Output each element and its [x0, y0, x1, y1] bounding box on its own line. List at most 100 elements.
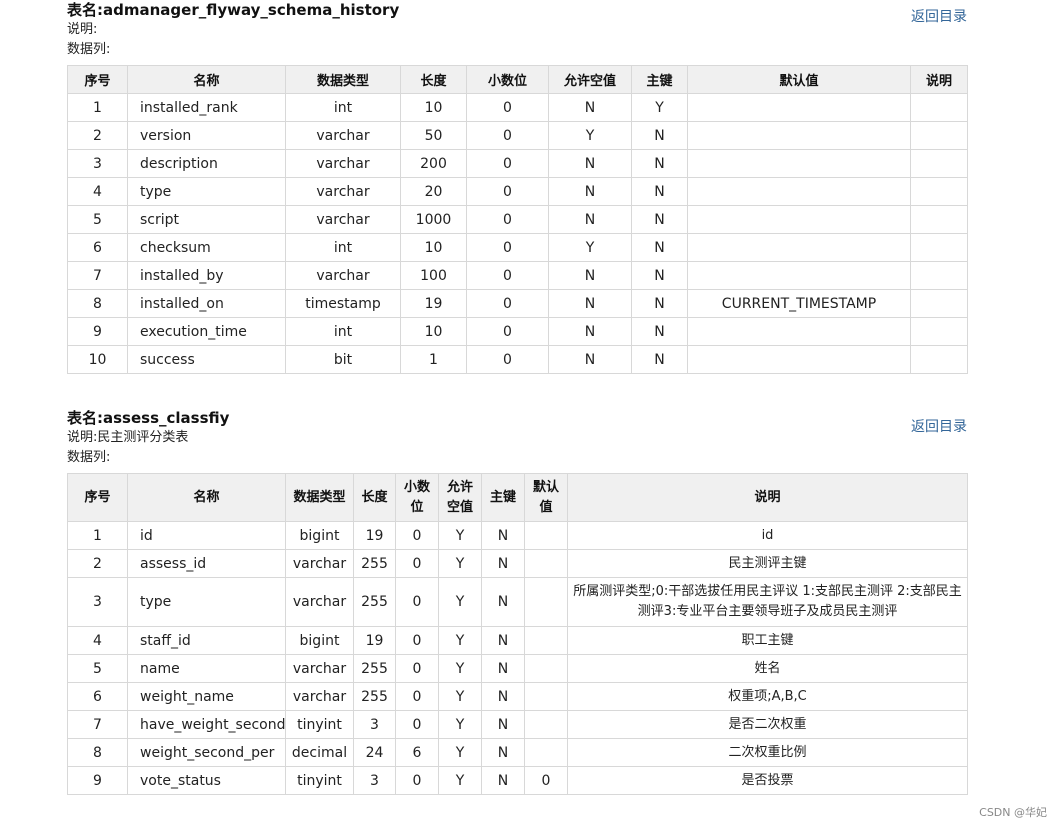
table-cell: N [631, 233, 688, 262]
table-cell: N [631, 317, 688, 346]
table-cell: assess_id [127, 549, 286, 578]
table-cell: Y [438, 710, 482, 739]
table-cell: 0 [524, 766, 568, 795]
table-cell: 民主测评主键 [567, 549, 968, 578]
table-row: 8 installed_on timestamp 19 0 N N CURRENT_TIMES… [67, 289, 968, 318]
table-cell: 所属测评类型;0:干部选拔任用民主评议 1:支部民主测评 2:支部民主测评3:专… [567, 577, 968, 627]
table-cell: 0 [466, 233, 549, 262]
column-header: 长度 [353, 473, 396, 522]
table-cell: CURRENT_TIMESTAMP [687, 289, 911, 318]
table-cell: N [548, 93, 632, 122]
table-cell: 0 [395, 577, 439, 627]
table-cell: 0 [466, 177, 549, 206]
table-cell: N [548, 345, 632, 374]
table-cell [687, 177, 911, 206]
table-cell: 是否投票 [567, 766, 968, 795]
table-cell: N [631, 149, 688, 178]
table-cell: 9 [67, 766, 128, 795]
table-description: 说明: [67, 20, 967, 40]
table-row: 8 weight_second_per decimal 24 6 Y N 二次权重比例 [67, 738, 968, 767]
table-cell: execution_time [127, 317, 286, 346]
table-row: 6 checksum int 10 0 Y N [67, 233, 968, 262]
column-header: 说明 [567, 473, 968, 522]
table-row: 7 have_weight_second tinyint 3 0 Y N 是否二次权重 [67, 710, 968, 739]
table-cell: 1 [67, 521, 128, 550]
table-cell [687, 149, 911, 178]
table-cell: type [127, 577, 286, 627]
table-cell: description [127, 149, 286, 178]
table-cell: weight_name [127, 682, 286, 711]
table-cell: 8 [67, 289, 128, 318]
table-cell [687, 233, 911, 262]
table-row: 3 description varchar 200 0 N N [67, 149, 968, 178]
table-cell: 5 [67, 654, 128, 683]
column-header: 数据类型 [285, 473, 354, 522]
column-header: 序号 [67, 473, 128, 522]
table-cell: 255 [353, 654, 396, 683]
table-cell: bigint [285, 626, 354, 655]
table-section-flyway: 表名:admanager_flyway_schema_history 说明: 数… [67, 0, 968, 374]
table-cell: Y [438, 549, 482, 578]
table-cell [524, 626, 568, 655]
table-title: 表名:admanager_flyway_schema_history [67, 0, 967, 20]
table-cell [910, 233, 968, 262]
table-cell: int [285, 233, 401, 262]
table-cell: Y [438, 654, 482, 683]
back-to-index-link[interactable]: 返回目录 [911, 6, 967, 26]
columns-label: 数据列: [67, 450, 111, 465]
table-title-prefix: 表名: [67, 409, 103, 427]
table-row: 4 staff_id bigint 19 0 Y N 职工主键 [67, 626, 968, 655]
table-cell [524, 710, 568, 739]
table-cell: N [548, 289, 632, 318]
table-cell: version [127, 121, 286, 150]
columns-table: 序号 名称 数据类型 长度 小数位 允许空值 主键 默认值 说明 1 id bigint 19 0 Y Ni… [67, 473, 968, 795]
column-header: 长度 [400, 65, 467, 94]
table-cell: N [631, 289, 688, 318]
description-text: 民主测评分类表 [97, 430, 189, 445]
table-cell: tinyint [285, 710, 354, 739]
table-row: 1 id bigint 19 0 Y Nid [67, 521, 968, 550]
table-cell: Y [438, 626, 482, 655]
table-cell: 3 [353, 766, 396, 795]
table-cell: varchar [285, 654, 354, 683]
table-cell: N [548, 149, 632, 178]
table-cell: N [631, 121, 688, 150]
table-cell: N [481, 577, 525, 627]
table-row: 2 version varchar 50 0 Y N [67, 121, 968, 150]
table-row: 9 vote_status tinyint 3 0 Y N 0 是否投票 [67, 766, 968, 795]
table-cell: N [548, 177, 632, 206]
table-cell: N [481, 549, 525, 578]
table-description: 说明:民主测评分类表 [67, 428, 967, 448]
table-cell [524, 738, 568, 767]
table-cell: 24 [353, 738, 396, 767]
table-cell [687, 261, 911, 290]
table-cell [524, 577, 568, 627]
column-header: 默认值 [687, 65, 911, 94]
table-cell: 10 [67, 345, 128, 374]
table-title-name: assess_classfiy [103, 409, 230, 427]
table-cell: N [548, 261, 632, 290]
table-cell: 0 [395, 682, 439, 711]
table-cell: varchar [285, 205, 401, 234]
table-cell [910, 93, 968, 122]
table-cell: 0 [395, 654, 439, 683]
table-cell: N [548, 317, 632, 346]
table-cell: 0 [395, 549, 439, 578]
table-title-name: admanager_flyway_schema_history [103, 1, 400, 19]
table-cell: 200 [400, 149, 467, 178]
table-cell: int [285, 317, 401, 346]
table-cell: have_weight_second [127, 710, 286, 739]
table-cell: N [481, 710, 525, 739]
table-cell: name [127, 654, 286, 683]
table-cell: 19 [400, 289, 467, 318]
table-cell: 0 [466, 149, 549, 178]
column-header: 小数位 [466, 65, 549, 94]
table-cell: 0 [466, 205, 549, 234]
table-cell: 255 [353, 549, 396, 578]
back-to-index-link[interactable]: 返回目录 [911, 416, 967, 436]
table-title: 表名:assess_classfiy [67, 408, 967, 428]
table-cell: 100 [400, 261, 467, 290]
table-cell: 10 [400, 93, 467, 122]
column-header: 说明 [910, 65, 968, 94]
table-cell [910, 261, 968, 290]
